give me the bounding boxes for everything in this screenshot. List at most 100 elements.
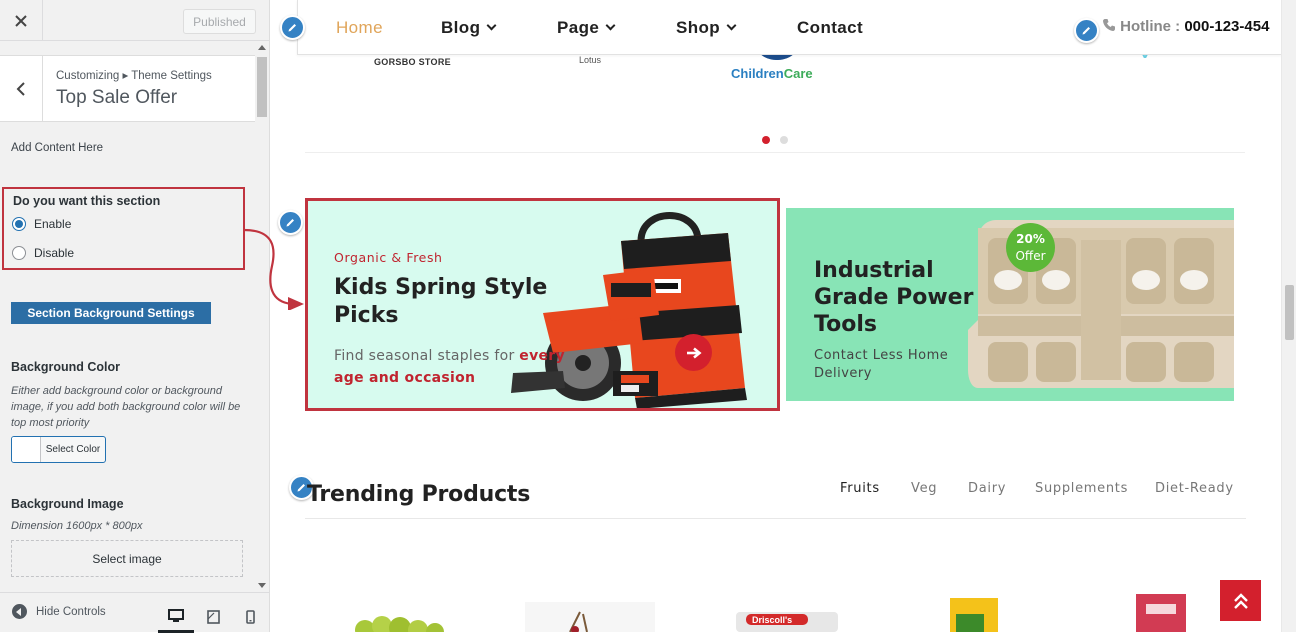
section-header: Customizing ▸ Theme Settings Top Sale Of… (0, 55, 255, 122)
customizer-footer: Hide Controls (0, 592, 269, 633)
offer-text: Offer (1015, 248, 1046, 263)
main-navigation: Home Blog Page Shop Contact Hotline : 00… (297, 0, 1282, 55)
back-button[interactable] (0, 56, 43, 121)
background-image-dimension: Dimension 1600px * 800px (11, 520, 143, 532)
nav-blog-label: Blog (441, 18, 481, 37)
close-icon (15, 14, 27, 27)
brand-logo-gorsbo: GORSBO STORE (374, 57, 451, 67)
tab-diet-ready[interactable]: Diet-Ready (1155, 481, 1234, 496)
nav-blog[interactable]: Blog (441, 18, 497, 38)
banner-title: Industrial Grade Power Tools (814, 258, 974, 337)
pencil-icon (1082, 27, 1090, 35)
breadcrumb: Customizing ▸ Theme Settings (56, 70, 212, 82)
chevron-down-icon (726, 20, 737, 31)
banner-eyebrow: Organic & Fresh (334, 250, 443, 265)
scroll-up-arrow-icon[interactable] (258, 45, 266, 50)
carousel-dot[interactable] (780, 136, 788, 144)
brand-logo-childrencare: ChildrenCare (731, 66, 813, 81)
select-image-button[interactable]: Select image (11, 540, 243, 577)
radio-disable[interactable]: Disable (12, 246, 74, 260)
nav-contact[interactable]: Contact (797, 18, 863, 38)
published-button[interactable]: Published (183, 9, 256, 34)
radio-enable-label: Enable (34, 217, 72, 231)
preview-scrollbar-thumb[interactable] (1285, 285, 1294, 340)
preview-desktop-button[interactable] (158, 601, 194, 633)
hotline: Hotline : 000-123-454 (1102, 18, 1269, 35)
desktop-icon (168, 608, 184, 622)
scroll-down-arrow-icon[interactable] (258, 583, 266, 588)
nav-home[interactable]: Home (336, 18, 383, 38)
preview-scrollbar[interactable] (1281, 0, 1296, 632)
background-image-label: Background Image (11, 497, 124, 511)
hotline-number[interactable]: 000-123-454 (1184, 18, 1269, 35)
brand-logo-lotus: Lotus (579, 55, 602, 65)
background-color-description: Either add background color or backgroun… (11, 385, 241, 429)
color-swatch (12, 437, 41, 462)
nav-page-label: Page (557, 18, 600, 37)
hotline-label: Hotline : (1120, 18, 1181, 35)
arrow-right-icon (686, 346, 702, 359)
collapse-arrow-icon (12, 604, 27, 619)
customizer-scrollbar[interactable] (255, 41, 269, 592)
radio-disable-label: Disable (34, 246, 75, 260)
section-question: Do you want this section (13, 194, 161, 208)
scrollbar-thumb[interactable] (257, 57, 267, 117)
product-image-cherries[interactable] (525, 590, 655, 632)
section-background-settings-button[interactable]: Section Background Settings (11, 302, 211, 324)
radio-enable-dot[interactable] (12, 217, 26, 231)
banner-desc-text: Find seasonal staples for (334, 348, 520, 364)
add-content-label: Add Content Here (11, 142, 104, 154)
chevron-down-icon (605, 20, 616, 31)
product-image-grapes[interactable] (350, 590, 450, 632)
offer-banner-tools[interactable]: Industrial Grade Power Tools Contact Les… (786, 208, 1234, 401)
background-color-label: Background Color (11, 360, 121, 374)
brand-care: Care (783, 66, 813, 81)
product-image-cheese[interactable] (946, 590, 1002, 632)
close-customizer-button[interactable] (0, 0, 43, 41)
tab-veg[interactable]: Veg (911, 481, 937, 496)
radio-disable-dot[interactable] (12, 246, 26, 260)
banner-description: Find seasonal staples for every age and … (334, 345, 594, 389)
brand-children: Children (731, 66, 784, 81)
annotation-arrow (244, 228, 304, 310)
pencil-icon (288, 24, 296, 32)
tab-fruits[interactable]: Fruits (840, 481, 880, 496)
hide-controls-button[interactable]: Hide Controls (12, 604, 106, 619)
section-divider (305, 518, 1246, 519)
select-color-button[interactable]: Select Color (11, 436, 106, 463)
chevron-left-icon (16, 81, 25, 96)
site-preview: GORSBO STORE Lotus ChildrenCare Home Blo… (270, 0, 1296, 632)
scroll-to-top-button[interactable] (1220, 580, 1261, 621)
chevron-down-icon (486, 20, 497, 31)
mobile-icon (245, 610, 255, 624)
banner-arrow-button[interactable] (675, 334, 712, 371)
offer-percent: 20% (1016, 231, 1045, 246)
product-image-supplement[interactable] (1134, 590, 1188, 632)
preview-tablet-button[interactable] (195, 601, 231, 633)
tablet-icon (206, 610, 220, 624)
edit-hotline-shortcut[interactable] (1074, 18, 1099, 43)
offer-banner-kids[interactable]: Organic & Fresh Kids Spring Style Picks … (305, 198, 780, 411)
nav-shop[interactable]: Shop (676, 18, 737, 38)
pencil-icon (297, 484, 305, 492)
trending-title: Trending Products (307, 482, 531, 507)
customizer-header: Published (0, 0, 269, 41)
tab-dairy[interactable]: Dairy (968, 481, 1006, 496)
nav-shop-label: Shop (676, 18, 721, 37)
hide-controls-label: Hide Controls (36, 605, 106, 618)
preview-mobile-button[interactable] (232, 601, 268, 633)
select-color-label: Select Color (45, 444, 101, 455)
section-title: Top Sale Offer (56, 87, 178, 108)
product-image-strawberries[interactable]: Driscoll's (732, 590, 842, 632)
edit-menu-shortcut[interactable] (280, 15, 305, 40)
offer-badge: 20% Offer (1006, 223, 1055, 272)
customizer-panel: Published Customizing ▸ Theme Settings T… (0, 0, 270, 633)
tab-supplements[interactable]: Supplements (1035, 481, 1128, 496)
radio-enable[interactable]: Enable (12, 217, 71, 231)
svg-text:Driscoll's: Driscoll's (752, 615, 792, 625)
phone-icon (1103, 19, 1115, 31)
double-chevron-up-icon (1233, 592, 1248, 609)
nav-page[interactable]: Page (557, 18, 616, 38)
customizer-controls: Customizing ▸ Theme Settings Top Sale Of… (0, 41, 269, 592)
carousel-dot-active[interactable] (762, 136, 770, 144)
